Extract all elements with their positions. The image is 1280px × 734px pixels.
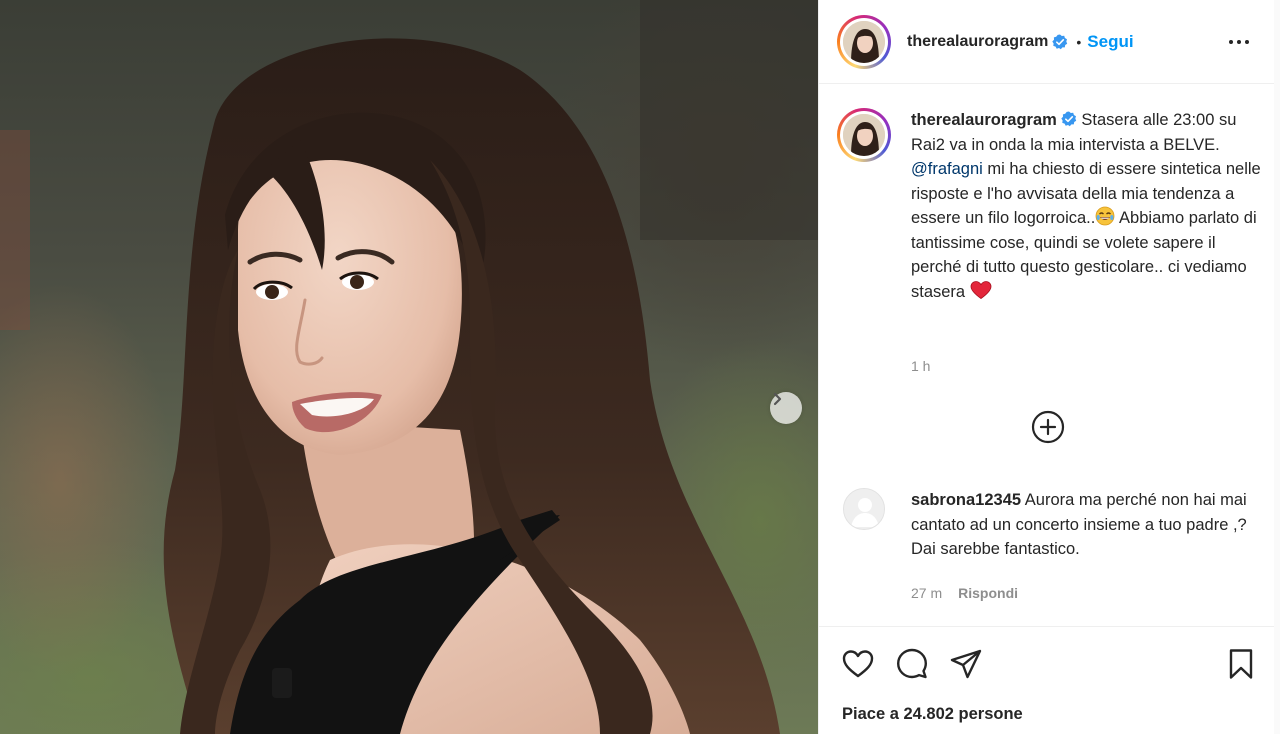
comment-item: sabrona12345 Aurora ma perché non hai ma… <box>843 488 1273 562</box>
verified-badge-icon <box>1052 34 1068 49</box>
next-photo-button[interactable] <box>770 392 802 424</box>
caption-username[interactable]: therealauroragram <box>911 111 1057 129</box>
likes-count[interactable]: Piace a 24.802 persone <box>842 705 1023 724</box>
header-separator: • <box>1076 33 1082 50</box>
commenter-username[interactable]: sabrona12345 <box>911 491 1021 509</box>
chevron-right-icon <box>773 392 782 406</box>
verified-badge-icon <box>1061 111 1077 127</box>
comment-meta: 27 m Rispondi <box>911 585 1018 601</box>
caption-timestamp: 1 h <box>911 358 931 374</box>
post-photo-illustration <box>0 0 818 734</box>
paper-plane-icon[interactable] <box>949 647 983 681</box>
caption-mention-link[interactable]: @frafagni <box>911 160 983 178</box>
author-username[interactable]: therealauroragram <box>907 33 1048 51</box>
commenter-avatar[interactable] <box>843 488 885 530</box>
heart-icon[interactable] <box>841 647 875 681</box>
panel-scrollbar[interactable] <box>1274 0 1280 734</box>
comment-bubble-icon[interactable] <box>895 647 929 681</box>
comment-timestamp: 27 m <box>911 585 943 601</box>
author-avatar[interactable] <box>837 14 891 69</box>
more-options-icon[interactable] <box>1227 30 1251 54</box>
red-heart-emoji-icon <box>970 280 992 299</box>
comment-text: sabrona12345 Aurora ma perché non hai ma… <box>911 488 1266 562</box>
bookmark-icon[interactable] <box>1224 647 1258 681</box>
tears-of-joy-emoji-icon <box>1095 206 1115 226</box>
caption-text: therealauroragram Stasera alle 23:00 su … <box>911 108 1266 304</box>
post-side-panel: therealauroragram • Segui therealaurorag… <box>818 0 1280 734</box>
reply-button[interactable]: Rispondi <box>958 585 1018 601</box>
plus-circle-icon[interactable] <box>1031 410 1065 444</box>
post-caption: therealauroragram Stasera alle 23:00 su … <box>837 108 1273 304</box>
caption-author-avatar[interactable] <box>837 108 891 162</box>
post-photo <box>0 0 818 734</box>
post-header: therealauroragram • Segui <box>819 0 1280 84</box>
default-avatar-icon <box>844 489 884 529</box>
post-actions: Piace a 24.802 persone <box>819 626 1280 734</box>
follow-button[interactable]: Segui <box>1087 32 1133 52</box>
